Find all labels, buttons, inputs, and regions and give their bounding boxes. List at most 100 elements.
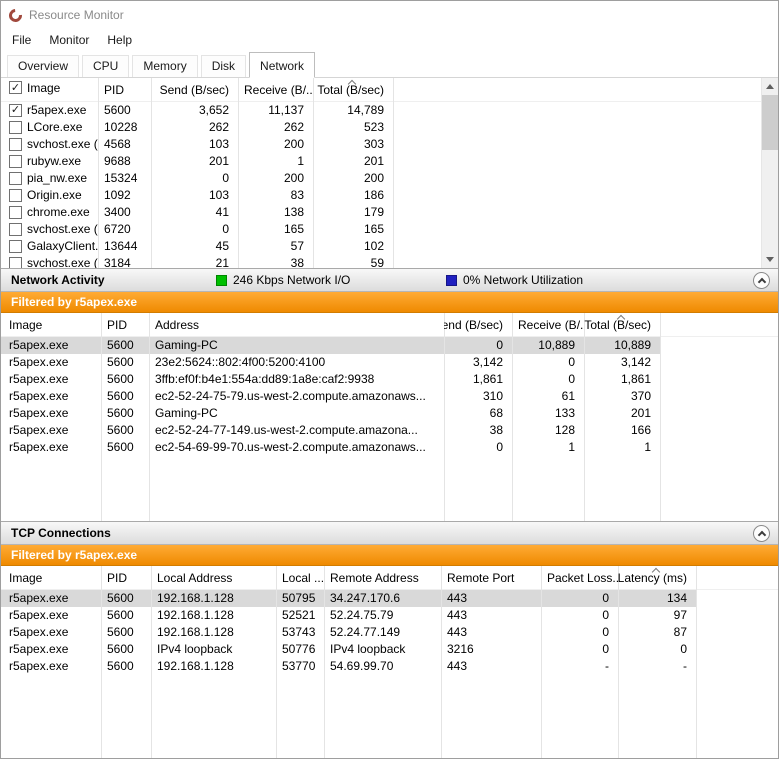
scroll-down-button[interactable] bbox=[762, 251, 778, 268]
tcp-row[interactable]: r5apex.exe 5600 192.168.1.128 53770 54.6… bbox=[1, 658, 778, 675]
tcp-latency-cell: 87 bbox=[673, 625, 687, 639]
col-header-receive[interactable]: Receive (B/... bbox=[512, 313, 584, 336]
col-header-pid[interactable]: PID bbox=[101, 313, 149, 336]
tcp-latency-cell: 97 bbox=[673, 608, 687, 622]
col-header-send[interactable]: Send (B/sec) bbox=[151, 78, 238, 101]
tcp-latency-cell: - bbox=[683, 659, 687, 673]
process-checkbox[interactable] bbox=[9, 138, 22, 151]
tcp-row[interactable]: r5apex.exe 5600 192.168.1.128 50795 34.2… bbox=[1, 590, 778, 607]
col-header-image[interactable]: Image bbox=[1, 566, 101, 589]
scrollbar-thumb[interactable] bbox=[762, 95, 778, 150]
tab[interactable]: Network bbox=[249, 52, 316, 78]
tcp-filler-cell bbox=[696, 658, 778, 675]
process-row[interactable]: pia_nw.exe 15324 0 200 200 bbox=[1, 170, 761, 187]
tab[interactable]: Overview bbox=[7, 55, 80, 77]
tcp-local-port-cell: 53770 bbox=[282, 659, 316, 673]
col-header-latency[interactable]: Latency (ms) bbox=[618, 566, 696, 589]
network-activity-row[interactable]: r5apex.exe 5600 Gaming-PC 0 10,889 10,88… bbox=[1, 337, 778, 354]
col-header-image[interactable]: Image bbox=[1, 313, 101, 336]
process-receive-cell: 57 bbox=[290, 239, 304, 253]
tcp-image-cell: r5apex.exe bbox=[9, 625, 69, 639]
process-checkbox[interactable] bbox=[9, 189, 22, 202]
process-row[interactable]: rubyw.exe 9688 201 1 201 bbox=[1, 153, 761, 170]
process-checkbox[interactable] bbox=[9, 240, 22, 253]
tab[interactable]: Memory bbox=[132, 55, 198, 77]
process-row[interactable]: r5apex.exe 5600 3,652 11,137 14,789 bbox=[1, 102, 761, 119]
process-row[interactable]: svchost.exe (... 6720 0 165 165 bbox=[1, 221, 761, 238]
tcp-connections-section-header: TCP Connections bbox=[1, 521, 778, 545]
collapse-tcp-connections-button[interactable] bbox=[753, 525, 770, 542]
column-divider bbox=[276, 566, 277, 758]
col-header-image[interactable]: Image bbox=[1, 78, 98, 101]
network-activity-row[interactable]: r5apex.exe 5600 ec2-54-69-99-70.us-west-… bbox=[1, 439, 778, 456]
process-checkbox[interactable] bbox=[9, 104, 22, 117]
na-send-cell: 0 bbox=[444, 337, 512, 354]
tcp-row[interactable]: r5apex.exe 5600 192.168.1.128 52521 52.2… bbox=[1, 607, 778, 624]
network-activity-row[interactable]: r5apex.exe 5600 ec2-52-24-75-79.us-west-… bbox=[1, 388, 778, 405]
process-pid-cell: 1092 bbox=[104, 188, 131, 202]
col-header-remote-port[interactable]: Remote Port bbox=[441, 566, 541, 589]
network-io-legend: 246 Kbps Network I/O bbox=[216, 269, 350, 291]
col-header-local-port[interactable]: Local ... bbox=[276, 566, 324, 589]
menu-item[interactable]: Help bbox=[98, 31, 141, 49]
process-total-cell: 186 bbox=[363, 188, 384, 202]
col-header-pid[interactable]: PID bbox=[98, 78, 151, 101]
col-header-send[interactable]: Send (B/sec) bbox=[444, 313, 512, 336]
network-activity-row[interactable]: r5apex.exe 5600 Gaming-PC 68 133 201 bbox=[1, 405, 778, 422]
select-all-checkbox[interactable] bbox=[9, 81, 22, 94]
col-header-packet-loss[interactable]: Packet Loss... bbox=[541, 566, 618, 589]
col-header-total[interactable]: Total (B/sec) bbox=[584, 313, 660, 336]
process-checkbox[interactable] bbox=[9, 121, 22, 134]
process-send-cell: 103 bbox=[208, 188, 229, 202]
col-header-pid[interactable]: PID bbox=[101, 566, 151, 589]
menu-item[interactable]: Monitor bbox=[40, 31, 98, 49]
process-image-cell: Origin.exe bbox=[1, 187, 98, 204]
process-checkbox[interactable] bbox=[9, 206, 22, 219]
tcp-row[interactable]: r5apex.exe 5600 IPv4 loopback 50776 IPv4… bbox=[1, 641, 778, 658]
tab[interactable]: CPU bbox=[82, 55, 130, 77]
process-send-cell: 41 bbox=[215, 205, 229, 219]
process-row[interactable]: svchost.exe (... 3184 21 38 59 bbox=[1, 255, 761, 268]
process-checkbox[interactable] bbox=[9, 223, 22, 236]
col-header-remote-address[interactable]: Remote Address bbox=[324, 566, 441, 589]
process-image-label: rubyw.exe bbox=[27, 154, 82, 168]
column-divider bbox=[238, 78, 239, 268]
na-pid-cell: 5600 bbox=[107, 440, 134, 454]
process-row[interactable]: svchost.exe (... 4568 103 200 303 bbox=[1, 136, 761, 153]
process-row[interactable]: LCore.exe 10228 262 262 523 bbox=[1, 119, 761, 136]
process-checkbox[interactable] bbox=[9, 257, 22, 268]
process-filler-cell bbox=[393, 221, 761, 238]
na-receive-cell: 0 bbox=[568, 372, 575, 386]
network-activity-row[interactable]: r5apex.exe 5600 23e2:5624::802:4f00:5200… bbox=[1, 354, 778, 371]
scroll-up-button[interactable] bbox=[762, 78, 778, 95]
process-checkbox[interactable] bbox=[9, 155, 22, 168]
process-row[interactable]: GalaxyClient... 13644 45 57 102 bbox=[1, 238, 761, 255]
vertical-scrollbar[interactable] bbox=[761, 78, 778, 268]
tcp-local-port-cell: 50795 bbox=[276, 590, 324, 607]
process-image-label: chrome.exe bbox=[27, 205, 90, 219]
process-image-label: pia_nw.exe bbox=[27, 171, 88, 185]
na-pid-cell: 5600 bbox=[107, 372, 134, 386]
process-checkbox[interactable] bbox=[9, 172, 22, 185]
tab[interactable]: Disk bbox=[200, 55, 247, 77]
process-send-cell: 0 bbox=[222, 171, 229, 185]
col-header-receive[interactable]: Receive (B/... bbox=[238, 78, 313, 101]
tcp-pid-cell: 5600 bbox=[107, 659, 134, 673]
menu-item[interactable]: File bbox=[3, 31, 40, 49]
column-divider bbox=[444, 313, 445, 521]
col-header-total[interactable]: Total (B/sec) bbox=[313, 78, 393, 101]
col-header-local-address[interactable]: Local Address bbox=[151, 566, 276, 589]
col-header-address[interactable]: Address bbox=[149, 313, 444, 336]
network-activity-row[interactable]: r5apex.exe 5600 ec2-52-24-77-149.us-west… bbox=[1, 422, 778, 439]
process-row[interactable]: chrome.exe 3400 41 138 179 bbox=[1, 204, 761, 221]
process-receive-cell: 262 bbox=[283, 120, 304, 134]
network-activity-row[interactable]: r5apex.exe 5600 3ffb:ef0f:b4e1:554a:dd89… bbox=[1, 371, 778, 388]
tcp-row[interactable]: r5apex.exe 5600 192.168.1.128 53743 52.2… bbox=[1, 624, 778, 641]
na-total-cell: 3,142 bbox=[620, 355, 651, 369]
process-filler-cell bbox=[393, 204, 761, 221]
collapse-network-activity-button[interactable] bbox=[753, 272, 770, 289]
na-filler-cell bbox=[660, 354, 778, 371]
process-pid-cell: 15324 bbox=[104, 171, 138, 185]
processes-rows: r5apex.exe 5600 3,652 11,137 14,789 LCor… bbox=[1, 102, 761, 268]
process-row[interactable]: Origin.exe 1092 103 83 186 bbox=[1, 187, 761, 204]
